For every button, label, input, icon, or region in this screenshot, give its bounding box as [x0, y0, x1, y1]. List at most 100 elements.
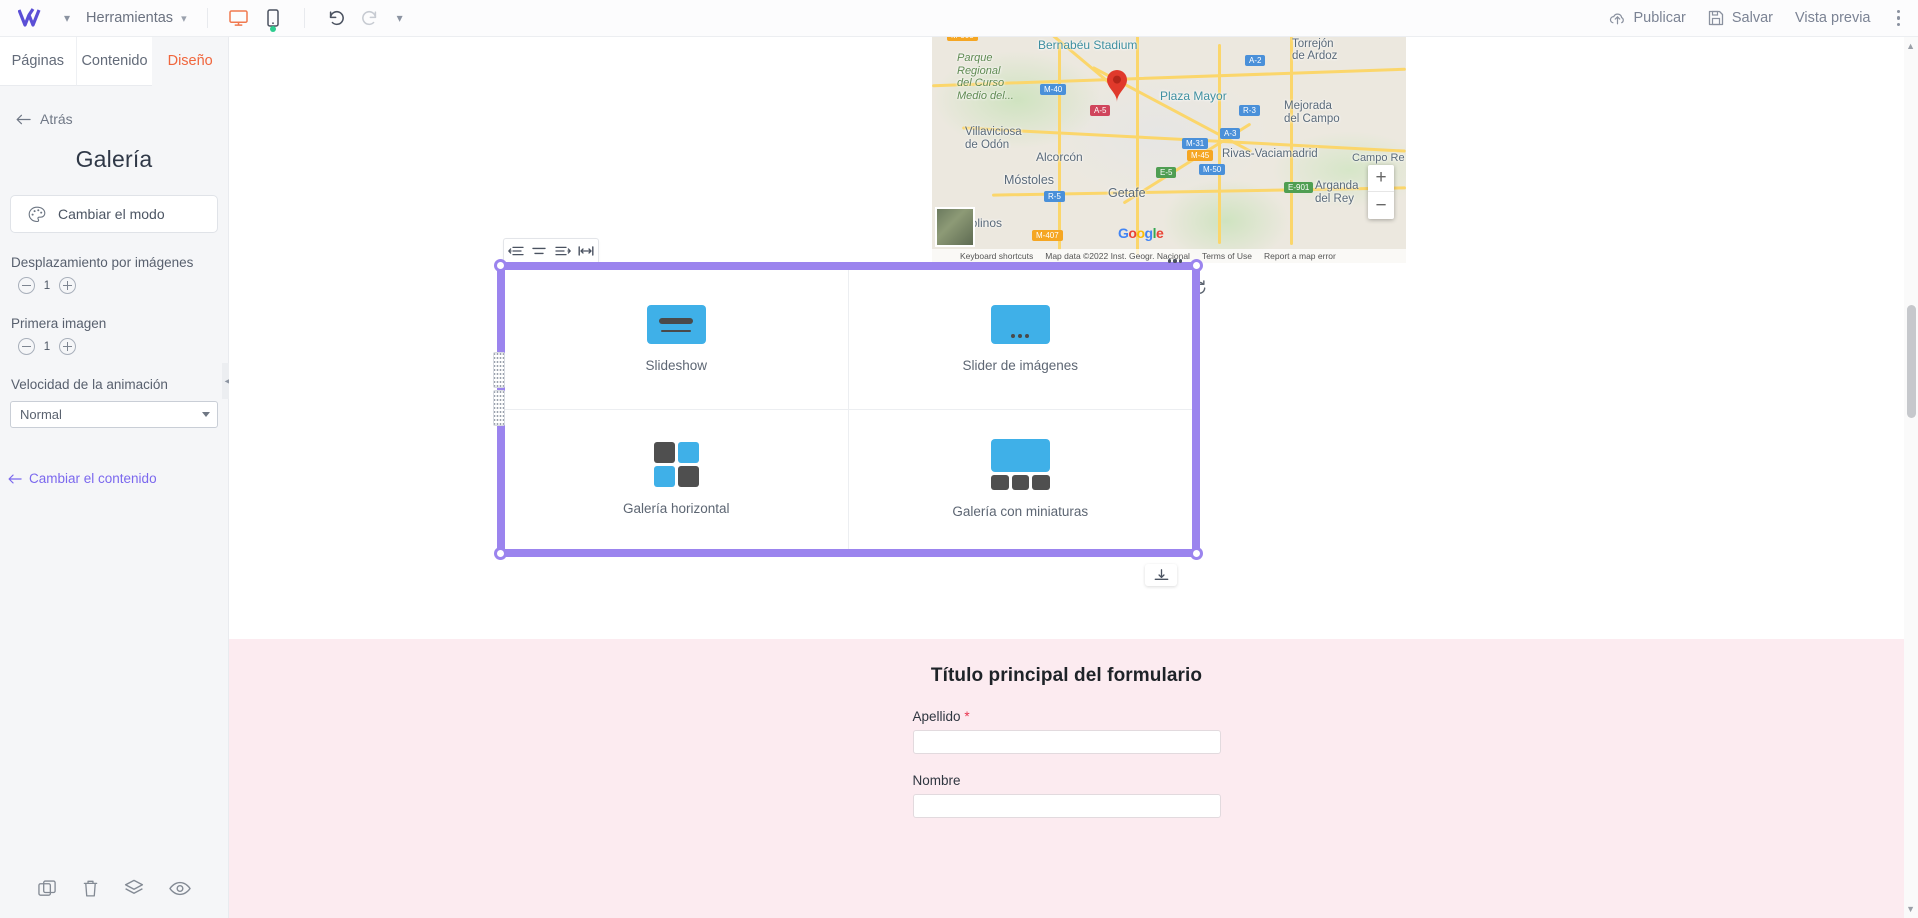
scroll-images-label: Desplazamiento por imágenes — [11, 255, 194, 270]
map-label: Arganda del Rey — [1315, 180, 1359, 206]
map-label: Alcorcón — [1036, 150, 1083, 164]
map-label: Bernabéu Stadium — [1038, 38, 1138, 52]
thumbnail-gallery-icon — [990, 439, 1050, 491]
map-shield: M-45 — [1187, 150, 1214, 161]
image-slider-icon — [990, 305, 1050, 345]
stretch-full-width-icon[interactable] — [578, 245, 594, 257]
selected-gallery-widget[interactable]: Slideshow Slider de imágenes Galería hor… — [493, 259, 1203, 560]
gallery-mode-thumbnails[interactable]: Galería con miniaturas — [849, 410, 1193, 550]
chevron-down-icon: ▾ — [181, 12, 187, 25]
tab-paginas[interactable]: Páginas — [0, 37, 77, 86]
resize-grip-left[interactable] — [493, 352, 505, 388]
nombre-input[interactable] — [912, 794, 1221, 818]
save-icon — [1708, 10, 1724, 26]
trash-icon[interactable] — [82, 879, 99, 903]
map-shield: R-5 — [1044, 191, 1065, 202]
history-chevron-down-icon[interactable]: ▾ — [387, 11, 413, 25]
resize-handle-top-right[interactable] — [1190, 259, 1203, 272]
map-label: Villaviciosa de Odón — [965, 126, 1022, 152]
chevron-down-icon — [202, 412, 210, 417]
apellido-input[interactable] — [912, 730, 1221, 754]
resize-handle-bottom-right[interactable] — [1190, 547, 1203, 560]
change-content-link[interactable]: Cambiar el contenido — [0, 428, 228, 486]
publish-button[interactable]: Publicar — [1609, 10, 1686, 26]
increment-button[interactable] — [59, 338, 76, 355]
gallery-mode-label: Galería horizontal — [622, 501, 730, 517]
redo-button[interactable] — [353, 4, 387, 32]
gallery-mode-horizontal[interactable]: Galería horizontal — [505, 409, 849, 549]
map-zoom-controls[interactable]: + − — [1368, 165, 1394, 219]
preview-button[interactable]: Vista previa — [1795, 10, 1871, 26]
map-shield: R-3 — [1239, 105, 1260, 116]
scroll-down-arrow-icon[interactable]: ▼ — [1906, 904, 1915, 914]
change-mode-button[interactable]: Cambiar el modo — [10, 195, 218, 233]
resize-handle-bottom-left[interactable] — [494, 547, 507, 560]
editor-canvas: Bernabéu Stadium Plaza Mayor Torrejón de … — [229, 37, 1904, 918]
sidebar-footer — [0, 863, 229, 918]
map-label: Mejorada del Campo — [1284, 100, 1340, 126]
chevron-down-icon[interactable]: ▾ — [54, 11, 80, 25]
tools-menu[interactable]: Herramientas ▾ — [80, 10, 193, 26]
map-shield: E-901 — [1284, 182, 1314, 193]
align-left-icon[interactable] — [507, 245, 524, 257]
undo-button[interactable] — [319, 4, 353, 32]
palette-icon — [28, 206, 46, 222]
widget-options-button[interactable] — [1162, 254, 1188, 268]
resize-grip-left[interactable] — [493, 390, 505, 426]
save-button[interactable]: Salvar — [1708, 10, 1773, 26]
app-logo[interactable] — [12, 5, 54, 31]
gallery-mode-grid: Slideshow Slider de imágenes Galería hor… — [505, 270, 1192, 549]
map-shield: M-31 — [1182, 138, 1209, 149]
keyboard-shortcuts-label[interactable]: Keyboard shortcuts — [960, 251, 1033, 261]
decrement-button[interactable] — [18, 277, 35, 294]
layers-icon[interactable] — [124, 879, 144, 903]
gallery-mode-label: Slider de imágenes — [962, 358, 1079, 374]
duplicate-icon[interactable] — [38, 879, 57, 903]
canvas-scrollbar[interactable]: ▲ ▼ — [1904, 37, 1918, 918]
resize-handle-top-left[interactable] — [494, 259, 507, 272]
scroll-images-stepper[interactable]: 1 — [0, 270, 228, 294]
map-pin-icon — [1104, 67, 1130, 103]
save-label: Salvar — [1731, 10, 1773, 26]
form-section[interactable]: Título principal del formulario Apellido… — [229, 639, 1904, 918]
eye-icon[interactable] — [168, 881, 191, 901]
tab-diseno[interactable]: Diseño — [152, 37, 229, 86]
decrement-button[interactable] — [18, 338, 35, 355]
horizontal-gallery-icon — [653, 442, 699, 488]
change-content-label: Cambiar el contenido — [29, 471, 157, 486]
first-image-label: Primera imagen — [11, 316, 107, 331]
map-zoom-out-button[interactable]: − — [1368, 192, 1394, 219]
publish-label: Publicar — [1633, 10, 1686, 26]
change-mode-label: Cambiar el modo — [58, 206, 165, 222]
arrow-left-icon — [8, 473, 22, 484]
map-satellite-thumbnail[interactable] — [935, 207, 975, 247]
more-options-button[interactable] — [1893, 4, 1905, 33]
back-button[interactable]: Atrás — [0, 86, 228, 127]
align-right-icon[interactable] — [555, 245, 571, 257]
animation-speed-select[interactable]: Normal — [10, 401, 218, 428]
desktop-view-button[interactable] — [222, 4, 256, 32]
scrollbar-thumb[interactable] — [1907, 305, 1916, 418]
apellido-label-text: Apellido — [912, 709, 961, 724]
map-zoom-in-button[interactable]: + — [1368, 165, 1394, 192]
map-label: Plaza Mayor — [1160, 89, 1227, 103]
report-map-error-link[interactable]: Report a map error — [1264, 251, 1336, 261]
form-fields: Apellido * Nombre — [912, 709, 1221, 818]
vertical-stretch-button[interactable] — [1145, 564, 1177, 586]
terms-of-use-link[interactable]: Terms of Use — [1202, 251, 1252, 261]
tools-menu-label: Herramientas — [86, 10, 174, 26]
map-widget[interactable]: Bernabéu Stadium Plaza Mayor Torrejón de … — [932, 37, 1406, 263]
map-label: Getafe — [1108, 186, 1146, 200]
gallery-mode-image-slider[interactable]: Slider de imágenes — [848, 270, 1192, 410]
map-shield: M-407 — [1032, 230, 1063, 241]
map-shield: E-5 — [1156, 167, 1177, 178]
align-center-icon[interactable] — [531, 245, 547, 257]
mobile-view-button[interactable] — [256, 4, 290, 32]
top-toolbar: ▾ Herramientas ▾ ▾ Publicar Salvar Vista… — [0, 0, 1918, 37]
tab-contenido[interactable]: Contenido — [76, 37, 153, 86]
gallery-mode-slideshow[interactable]: Slideshow — [505, 270, 849, 410]
map-label: Móstoles — [1004, 173, 1055, 187]
first-image-stepper[interactable]: 1 — [0, 331, 228, 355]
scroll-up-arrow-icon[interactable]: ▲ — [1906, 41, 1915, 51]
increment-button[interactable] — [59, 277, 76, 294]
